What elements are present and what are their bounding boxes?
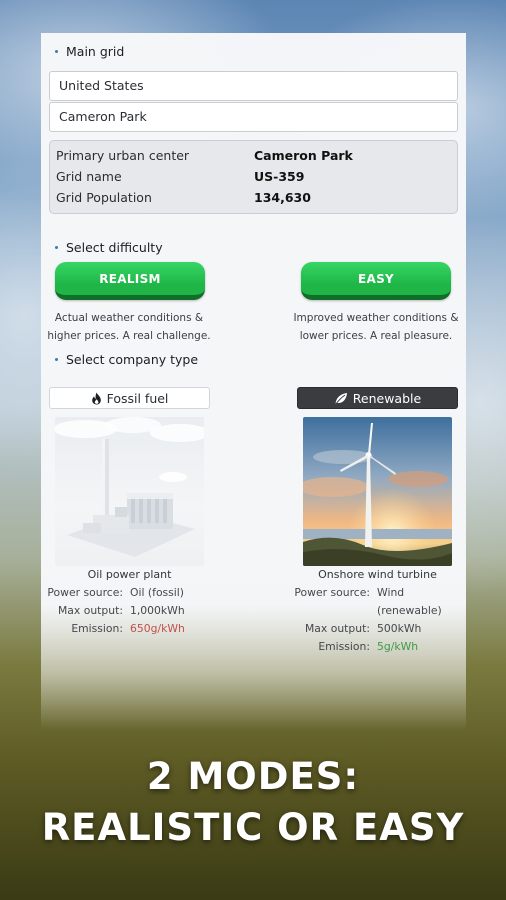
promo-headline-line2: REALISTIC OR EASY: [41, 806, 465, 849]
fossil-emission-value: 650g/kWh: [130, 622, 185, 635]
renewable-max-output-label: Max output:: [304, 622, 370, 635]
country-field[interactable]: United States: [49, 71, 458, 101]
renewable-tab[interactable]: Renewable: [297, 387, 458, 409]
grid-population-label: Grid Population: [56, 190, 152, 205]
wind-turbine-caption: Onshore wind turbine: [318, 568, 437, 581]
promo-headline-line1: 2 MODES:: [146, 755, 360, 798]
wind-turbine-image[interactable]: [303, 417, 452, 566]
easy-description: Improved weather conditions & lower pric…: [293, 312, 459, 342]
realism-button[interactable]: REALISM: [55, 262, 205, 300]
renewable-power-source-value-2: (renewable): [377, 604, 442, 617]
settings-panel: Main grid United States Cameron Park Pri…: [41, 33, 466, 730]
fossil-max-output-label: Max output:: [57, 604, 123, 617]
renewable-label: Renewable: [352, 390, 422, 406]
fossil-fuel-label: Fossil fuel: [106, 390, 169, 406]
grid-name-value: US-359: [254, 169, 305, 184]
bullet-dot: [55, 50, 58, 53]
bullet-dot: [55, 358, 58, 361]
select-difficulty-title: Select difficulty: [55, 240, 163, 255]
oil-power-plant-image[interactable]: [55, 417, 204, 566]
flame-icon: [91, 392, 101, 404]
realism-description: Actual weather conditions & higher price…: [47, 312, 211, 342]
bullet-dot: [55, 246, 58, 249]
main-grid-title: Main grid: [55, 44, 124, 59]
fossil-max-output-value: 1,000kWh: [130, 604, 185, 617]
renewable-max-output-value: 500kWh: [377, 622, 422, 635]
fossil-power-source-value: Oil (fossil): [130, 586, 185, 599]
fossil-power-source-label: Power source:: [47, 586, 123, 599]
renewable-emission-label: Emission:: [318, 640, 370, 653]
grid-info-box: Primary urban center Cameron Park Grid n…: [49, 140, 458, 214]
fossil-emission-label: Emission:: [71, 622, 123, 635]
grid-name-label: Grid name: [56, 169, 122, 184]
primary-urban-center-value: Cameron Park: [254, 148, 353, 163]
leaf-icon: [335, 392, 347, 404]
select-company-type-title: Select company type: [55, 352, 198, 367]
renewable-power-source-value: Wind: [377, 586, 405, 599]
renewable-emission-value: 5g/kWh: [377, 640, 419, 653]
primary-urban-center-label: Primary urban center: [56, 148, 190, 163]
grid-population-value: 134,630: [254, 190, 311, 205]
renewable-power-source-label: Power source:: [294, 586, 370, 599]
fossil-fuel-tab[interactable]: Fossil fuel: [49, 387, 210, 409]
easy-button[interactable]: EASY: [301, 262, 451, 300]
city-field[interactable]: Cameron Park: [49, 102, 458, 132]
oil-power-plant-caption: Oil power plant: [87, 568, 172, 581]
